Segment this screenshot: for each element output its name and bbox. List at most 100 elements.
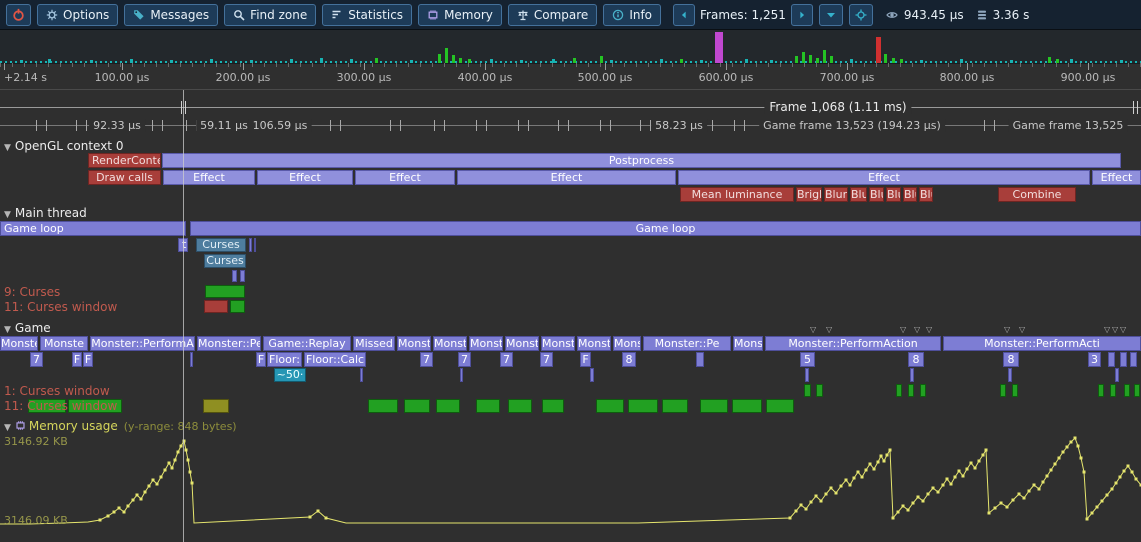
zone-bar[interactable] [205,285,245,298]
zone-bar[interactable] [700,399,728,413]
compare-button[interactable]: Compare [508,4,597,26]
zone-bar[interactable]: Monst [469,336,503,351]
zone-bar[interactable]: Postprocess [162,153,1121,168]
zoom-to-frame-button[interactable] [819,4,843,26]
zone-bar[interactable] [816,384,823,397]
zone-bar[interactable] [360,368,363,382]
zone-bar[interactable] [190,352,193,367]
zone-bar[interactable]: F [83,352,93,367]
zone-bar[interactable]: Effect [678,170,1090,185]
zone-bar[interactable] [508,399,532,413]
zone-bar[interactable]: Monste [577,336,611,351]
zone-bar[interactable] [908,384,914,397]
zone-bar[interactable]: Monst [505,336,539,351]
thread-label[interactable]: 11: Curses window [4,300,117,314]
statistics-button[interactable]: Statistics [322,4,412,26]
zone-bar[interactable]: Blur [886,187,901,202]
zone-bar[interactable] [696,352,704,367]
zone-bar[interactable]: ~50· [274,368,306,382]
zone-bar[interactable]: Combine [998,187,1076,202]
zone-bar[interactable] [805,368,809,382]
zone-bar[interactable]: Monste [0,336,38,351]
zone-bar[interactable]: Curses [196,238,246,252]
collapsed-zone-marker-icon[interactable]: ▽ [1120,325,1126,334]
zone-bar[interactable]: Brigh [796,187,822,202]
zone-bar[interactable] [230,300,245,313]
collapsed-zone-marker-icon[interactable]: ▽ [826,325,832,334]
zone-bar[interactable] [1108,352,1115,367]
zone-bar[interactable] [436,399,460,413]
zone-bar[interactable]: Monster::Pe [197,336,261,351]
zone-bar[interactable]: 8 [908,352,924,367]
collapsed-zone-marker-icon[interactable]: ▽ [1019,325,1025,334]
zone-bar[interactable]: Floor::Calc [304,352,366,367]
next-frame-button[interactable] [791,4,813,26]
zone-bar[interactable]: Mons [613,336,641,351]
zone-bar[interactable]: Monste [40,336,88,351]
zone-bar[interactable]: Monster::Pe [643,336,731,351]
zone-bar[interactable] [766,399,794,413]
find-zone-button[interactable]: Find zone [224,4,316,26]
zone-bar[interactable] [232,270,237,282]
zone-bar[interactable] [1012,384,1018,397]
zone-bar[interactable]: Game::Replay [263,336,351,351]
zone-bar[interactable] [1130,352,1137,367]
zone-bar[interactable] [1008,368,1012,382]
thread-label[interactable]: 11: Curses window [4,399,117,413]
zone-bar[interactable]: Blur [919,187,933,202]
section-header-memory[interactable]: ▼Memory usage(y-range: 848 bytes) [4,419,237,433]
zone-bar[interactable]: 7 [420,352,433,367]
info-button[interactable]: Info [603,4,661,26]
zone-bar[interactable]: Game loop [0,221,186,236]
zone-bar[interactable]: Effect [355,170,455,185]
zone-bar[interactable] [460,368,463,382]
zone-bar[interactable]: Blur [824,187,848,202]
zone-bar[interactable]: Draw calls [88,170,161,185]
zone-bar[interactable] [254,238,256,252]
zone-bar[interactable] [920,384,926,397]
zone-bar[interactable]: F [256,352,266,367]
collapsed-zone-marker-icon[interactable]: ▽ [900,325,906,334]
zone-bar[interactable]: 7 [30,352,43,367]
zone-bar[interactable]: 7 [458,352,471,367]
zone-bar[interactable] [1098,384,1104,397]
zone-bar[interactable]: Monster::PerformA [90,336,195,351]
zone-bar[interactable]: Monster::PerformAction [765,336,941,351]
zone-bar[interactable]: Blur [869,187,884,202]
zone-bar[interactable]: Missed [353,336,395,351]
zone-bar[interactable]: Monst [397,336,431,351]
prev-frame-button[interactable] [673,4,695,26]
zone-bar[interactable] [249,238,252,252]
focus-crosshair-button[interactable] [849,4,873,26]
collapsed-zone-marker-icon[interactable]: ▽ [810,325,816,334]
zone-bar[interactable] [1115,368,1119,382]
zone-bar[interactable]: 7 [540,352,553,367]
zone-bar[interactable]: 3 [1088,352,1101,367]
zone-bar[interactable]: 7 [500,352,513,367]
zone-bar[interactable]: Game loop [190,221,1141,236]
thread-label[interactable]: 9: Curses [4,285,60,299]
zone-bar[interactable] [596,399,624,413]
zone-bar[interactable] [628,399,658,413]
zone-bar[interactable] [240,270,245,282]
collapsed-zone-marker-icon[interactable]: ▽ [1112,325,1118,334]
collapse-triangle-icon[interactable]: ▼ [4,210,11,220]
zone-bar[interactable]: Mons [733,336,763,351]
zone-bar[interactable] [662,399,688,413]
zone-bar[interactable]: F [580,352,591,367]
zone-bar[interactable] [1120,352,1127,367]
zone-bar[interactable]: Blur [903,187,917,202]
zone-bar[interactable] [204,300,228,313]
zone-bar[interactable] [476,399,500,413]
zone-bar[interactable]: Monster::PerformActi [943,336,1141,351]
zone-bar[interactable]: 8 [622,352,636,367]
collapsed-zone-marker-icon[interactable]: ▽ [926,325,932,334]
zone-bar[interactable] [732,399,762,413]
zone-bar[interactable] [368,399,398,413]
zone-bar[interactable] [203,399,229,413]
zone-bar[interactable] [590,368,594,382]
zone-bar[interactable] [910,368,914,382]
memory-button[interactable]: Memory [418,4,502,26]
collapse-triangle-icon[interactable]: ▼ [4,325,11,335]
zone-bar[interactable] [1110,384,1116,397]
